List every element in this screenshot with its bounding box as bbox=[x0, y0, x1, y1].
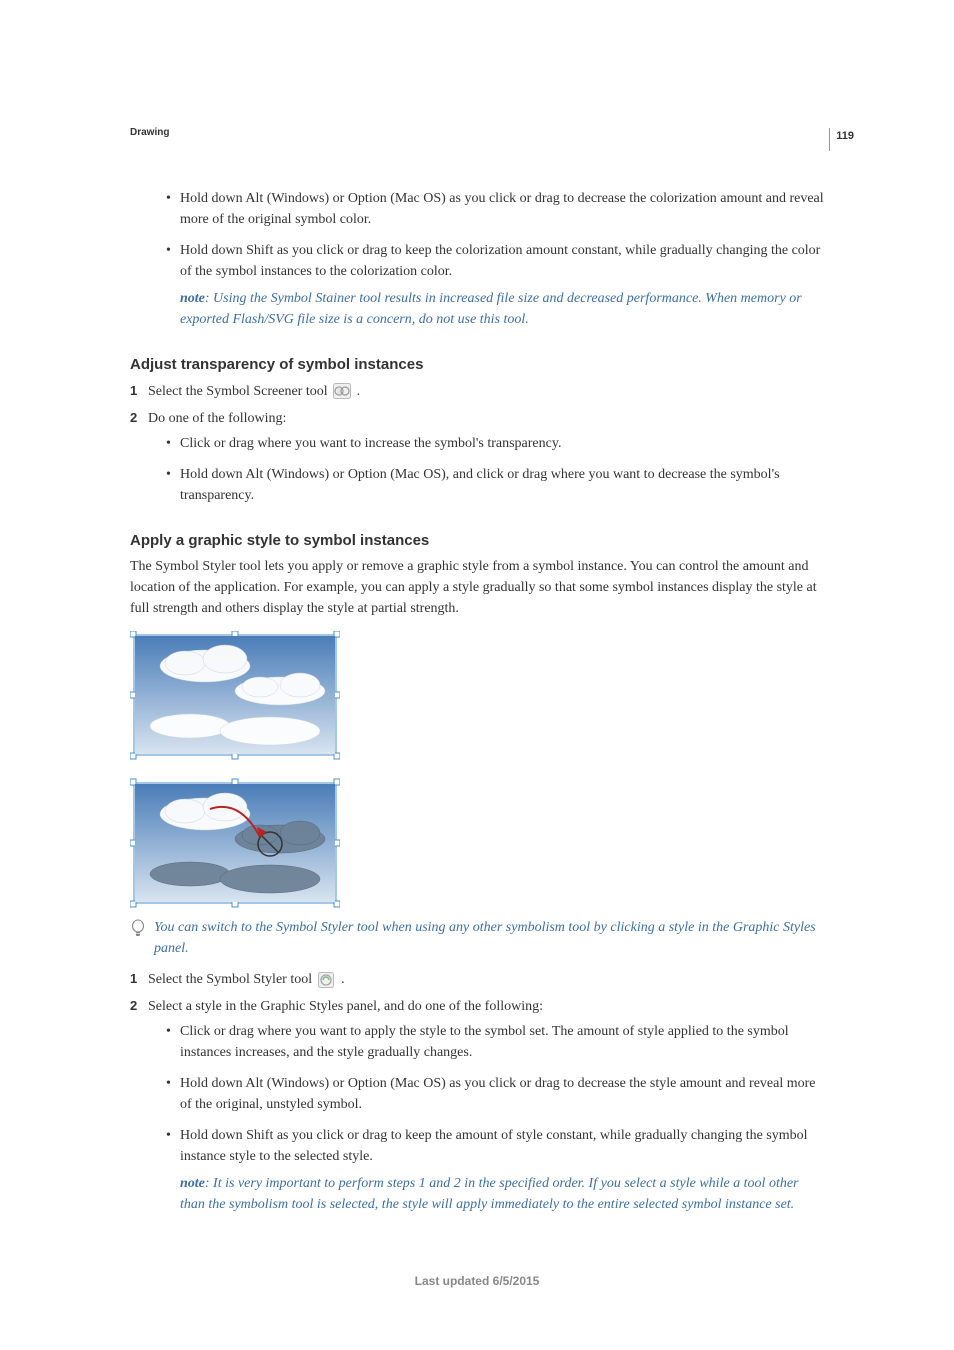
note: note: Using the Symbol Stainer tool resu… bbox=[180, 288, 824, 330]
step-1: 1 Select the Symbol Screener tool . bbox=[130, 381, 824, 402]
symbol-screener-tool-icon bbox=[333, 383, 351, 399]
list-item: Click or drag where you want to apply th… bbox=[148, 1021, 824, 1063]
tip-text: You can switch to the Symbol Styler tool… bbox=[154, 917, 824, 959]
list-item: Hold down Alt (Windows) or Option (Mac O… bbox=[130, 188, 824, 230]
list-item: Hold down Alt (Windows) or Option (Mac O… bbox=[148, 1073, 824, 1115]
step-2: 2 Select a style in the Graphic Styles p… bbox=[130, 996, 824, 1215]
note-label: note bbox=[180, 1176, 205, 1191]
bullet-text: Hold down Alt (Windows) or Option (Mac O… bbox=[180, 1076, 816, 1112]
bullet-text: Click or drag where you want to apply th… bbox=[180, 1024, 789, 1060]
bullet-text: Hold down Alt (Windows) or Option (Mac O… bbox=[180, 467, 780, 503]
step-text: Select the Symbol Screener tool bbox=[148, 384, 331, 399]
step-text-after: . bbox=[341, 972, 345, 987]
bullet-text: Hold down Shift as you click or drag to … bbox=[180, 243, 820, 279]
step-number: 1 bbox=[130, 381, 137, 401]
bullet-text: Click or drag where you want to increase… bbox=[180, 436, 561, 451]
step-number: 2 bbox=[130, 996, 137, 1016]
step-text: Select the Symbol Styler tool bbox=[148, 972, 316, 987]
figure-symbol-styler bbox=[130, 631, 824, 911]
intro-paragraph: The Symbol Styler tool lets you apply or… bbox=[130, 556, 824, 619]
list-item: Hold down Shift as you click or drag to … bbox=[148, 1125, 824, 1215]
list-item: Hold down Alt (Windows) or Option (Mac O… bbox=[148, 464, 824, 506]
note-text: : It is very important to perform steps … bbox=[180, 1176, 799, 1212]
tip: You can switch to the Symbol Styler tool… bbox=[130, 917, 824, 959]
heading-adjust-transparency: Adjust transparency of symbol instances bbox=[130, 354, 824, 377]
note-text: : Using the Symbol Stainer tool results … bbox=[180, 291, 802, 327]
lightbulb-icon bbox=[130, 919, 146, 946]
symbol-styler-tool-icon bbox=[318, 972, 336, 988]
page-number: 119 bbox=[829, 128, 854, 151]
bullet-text: Hold down Shift as you click or drag to … bbox=[180, 1128, 808, 1164]
note: note: It is very important to perform st… bbox=[180, 1173, 824, 1215]
step-1: 1 Select the Symbol Styler tool . bbox=[130, 969, 824, 990]
running-header: Drawing bbox=[130, 125, 824, 140]
step-number: 2 bbox=[130, 408, 137, 428]
step-number: 1 bbox=[130, 969, 137, 989]
step-2: 2 Do one of the following: Click or drag… bbox=[130, 408, 824, 506]
step-text-after: . bbox=[357, 384, 361, 399]
list-item: Click or drag where you want to increase… bbox=[148, 433, 824, 454]
step-text: Select a style in the Graphic Styles pan… bbox=[148, 999, 543, 1014]
step-text: Do one of the following: bbox=[148, 411, 286, 426]
heading-apply-graphic-style: Apply a graphic style to symbol instance… bbox=[130, 530, 824, 553]
bullet-text: Hold down Alt (Windows) or Option (Mac O… bbox=[180, 191, 824, 227]
note-label: note bbox=[180, 291, 205, 306]
list-item: Hold down Shift as you click or drag to … bbox=[130, 240, 824, 330]
last-updated: Last updated 6/5/2015 bbox=[0, 1272, 954, 1290]
